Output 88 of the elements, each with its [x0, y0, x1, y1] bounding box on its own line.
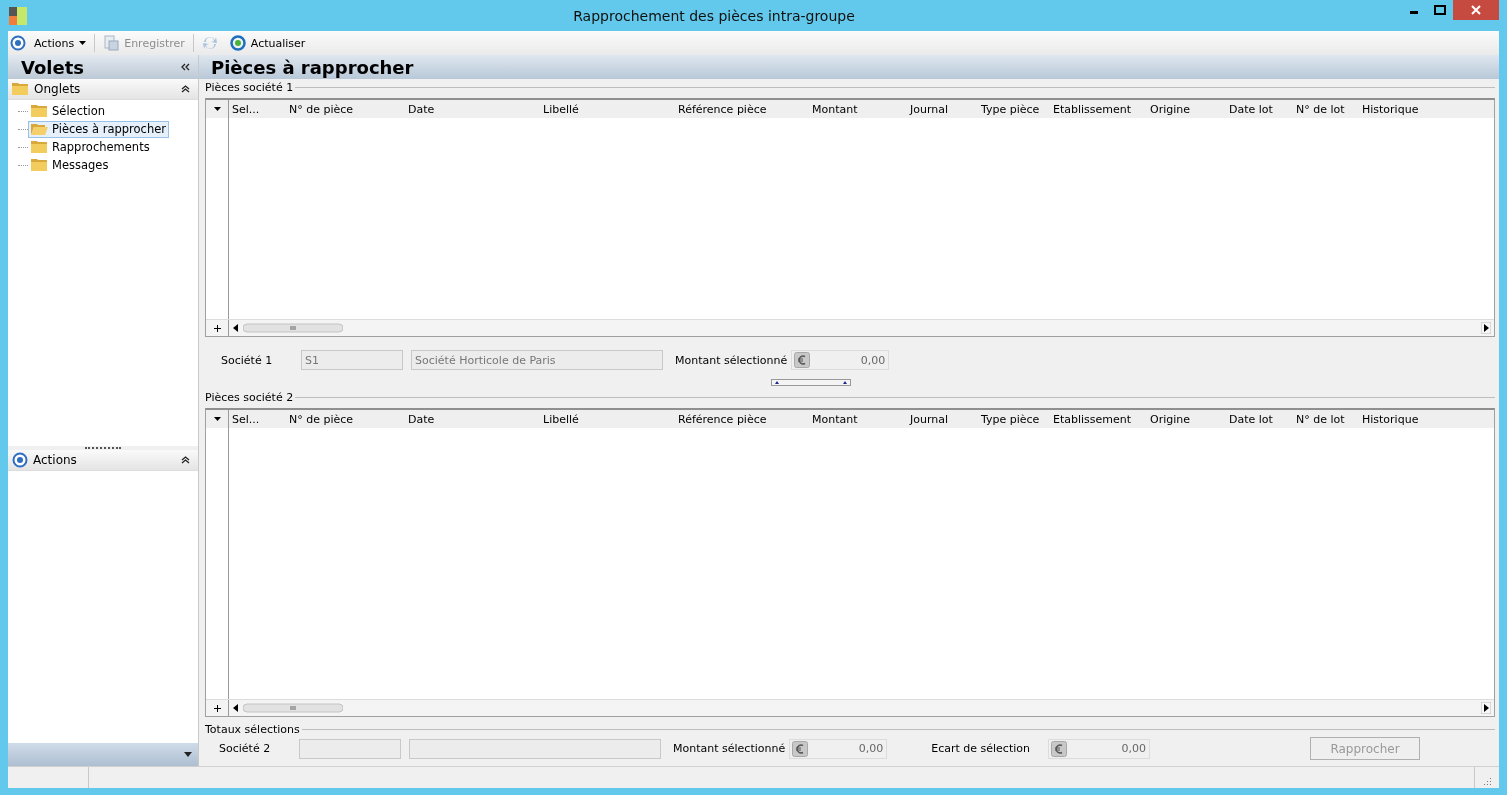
folder-icon — [12, 83, 29, 95]
column-header[interactable]: N° de pièce — [289, 102, 354, 116]
column-header[interactable]: Sel... — [232, 102, 260, 116]
scroll-left-icon[interactable] — [233, 324, 239, 332]
resize-grip-icon[interactable] — [1482, 776, 1492, 786]
caret-icon — [213, 417, 221, 421]
column-header[interactable]: N° de lot — [1296, 412, 1345, 426]
column-header[interactable]: Etablissement — [1053, 102, 1132, 116]
folder-icon — [31, 159, 48, 171]
refresh-button[interactable]: Actualiser — [225, 33, 310, 53]
code-field[interactable] — [299, 738, 401, 759]
tree-item[interactable]: Messages — [28, 156, 112, 174]
column-header[interactable]: N° de pièce — [289, 412, 354, 426]
name-field[interactable] — [409, 738, 661, 759]
tree-item[interactable]: Pièces à rapprocher — [28, 120, 169, 138]
column-header[interactable]: Sel... — [232, 412, 260, 426]
column-header[interactable]: Origine — [1150, 102, 1190, 116]
scroll-left-icon[interactable] — [233, 704, 239, 712]
column-header[interactable]: Montant — [812, 102, 858, 116]
column-header[interactable]: Date lot — [1229, 102, 1273, 116]
refresh-icon — [229, 35, 246, 51]
column-header[interactable]: Date lot — [1229, 412, 1273, 426]
name-field[interactable]: Société Horticole de Paris — [411, 350, 663, 370]
amount-field[interactable]: 0,00 — [789, 738, 888, 759]
field-label: Société 1 — [220, 353, 274, 367]
group-title: Totaux sélections — [205, 723, 300, 736]
folder-icon — [31, 105, 48, 117]
euro-icon — [1051, 740, 1067, 757]
column-header[interactable]: Journal — [910, 412, 949, 426]
column-header[interactable]: Libellé — [543, 102, 579, 116]
column-header[interactable]: Type pièce — [981, 102, 1040, 116]
actions-menu[interactable]: Actions — [30, 34, 91, 52]
collapse-panel-icon[interactable] — [180, 63, 190, 71]
document-icon — [103, 35, 120, 51]
column-header[interactable]: Journal — [910, 102, 949, 116]
field-label: Ecart de sélection — [931, 742, 1030, 755]
sync-icon — [201, 35, 218, 51]
close-button[interactable] — [1453, 0, 1499, 20]
column-header[interactable]: Date — [408, 412, 435, 426]
close-icon — [1471, 5, 1481, 15]
folder-icon — [31, 141, 48, 153]
section-header[interactable]: Actions — [8, 450, 198, 471]
page-title: Pièces à rapprocher — [211, 56, 414, 78]
amount-field[interactable]: 0,00 — [791, 350, 890, 370]
field-label: Montant sélectionné — [673, 742, 786, 755]
group-title: Pièces société 2 — [205, 391, 294, 404]
scroll-right-icon[interactable] — [1481, 322, 1491, 334]
collapse-icon[interactable] — [181, 84, 190, 93]
open-folder-icon — [31, 123, 48, 135]
splitter-handle[interactable] — [771, 379, 851, 386]
euro-icon — [792, 740, 809, 757]
dropdown-arrow-icon[interactable] — [184, 752, 192, 757]
column-header[interactable]: Historique — [1362, 412, 1419, 426]
column-header[interactable]: Référence pièce — [678, 102, 767, 116]
code-field[interactable]: S1 — [301, 350, 403, 370]
app-icon — [9, 6, 27, 25]
section-title: Actions — [33, 453, 78, 467]
target-icon — [10, 35, 26, 51]
euro-icon — [794, 352, 811, 368]
window-title: Rapprochement des pièces intra-groupe — [572, 7, 856, 24]
tree-item[interactable]: Rapprochements — [28, 138, 153, 156]
column-header[interactable]: Date — [408, 102, 435, 116]
column-header[interactable]: Etablissement — [1053, 412, 1132, 426]
field-label: Société 2 — [218, 742, 272, 755]
section-header[interactable]: Onglets — [8, 79, 198, 100]
panel-title: Volets — [21, 56, 84, 78]
column-header[interactable]: Type pièce — [981, 412, 1040, 426]
caret-icon — [79, 41, 87, 45]
column-header[interactable]: Origine — [1150, 412, 1190, 426]
field-label: Montant sélectionné — [675, 353, 788, 367]
caret-icon — [213, 107, 221, 111]
gap-field[interactable]: 0,00 — [1048, 738, 1150, 759]
collapse-icon[interactable] — [181, 455, 190, 464]
maximize-icon — [1434, 5, 1446, 15]
scroll-thumb[interactable] — [243, 703, 343, 713]
plus-icon[interactable] — [213, 324, 221, 332]
column-header[interactable]: Montant — [812, 412, 858, 426]
group-title: Pièces société 1 — [205, 81, 294, 94]
plus-icon[interactable] — [213, 704, 221, 712]
column-header[interactable]: Libellé — [543, 412, 579, 426]
scroll-thumb[interactable] — [243, 323, 343, 333]
target-icon — [12, 452, 28, 468]
column-header[interactable]: Historique — [1362, 102, 1419, 116]
column-header[interactable]: N° de lot — [1296, 102, 1345, 116]
scroll-right-icon[interactable] — [1481, 702, 1491, 714]
tree-item[interactable]: Sélection — [28, 102, 108, 120]
column-header[interactable]: Référence pièce — [678, 412, 767, 426]
section-title: Onglets — [34, 82, 82, 96]
